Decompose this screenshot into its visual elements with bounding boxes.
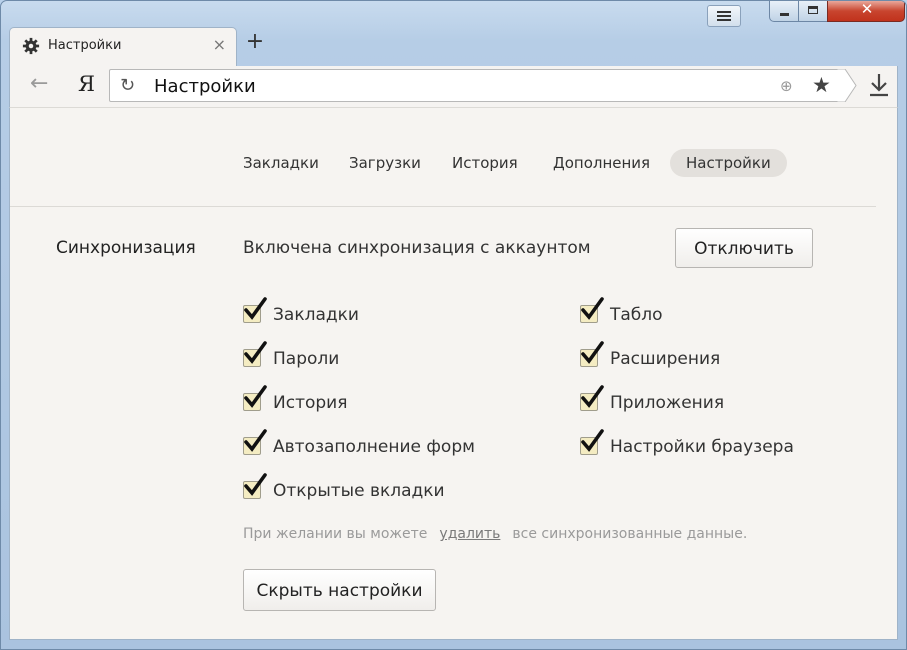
address-text[interactable]: Настройки bbox=[154, 76, 256, 97]
reload-icon[interactable]: ↻ bbox=[120, 75, 135, 96]
tab-settings[interactable]: Настройки × bbox=[9, 27, 237, 67]
checkbox-label[interactable]: Закладки bbox=[273, 305, 359, 325]
browser-window: Настройки × + ✕ ← Я ↻ Настройки ⊕ ★ Закл… bbox=[0, 0, 907, 650]
download-icon[interactable] bbox=[868, 72, 890, 98]
close-button[interactable]: ✕ bbox=[827, 1, 905, 22]
checkmark-icon bbox=[244, 473, 267, 496]
globe-icon[interactable]: ⊕ bbox=[780, 77, 793, 95]
checkmark-icon bbox=[581, 429, 604, 452]
yandex-logo-button[interactable]: Я bbox=[78, 72, 95, 96]
nav-settings[interactable]: Настройки bbox=[670, 149, 787, 177]
checkbox-label[interactable]: Автозаполнение форм bbox=[273, 437, 475, 457]
settings-page: Закладки Загрузки История Дополнения Нас… bbox=[9, 107, 898, 640]
tab-close-icon[interactable]: × bbox=[213, 35, 226, 54]
menu-icon bbox=[717, 11, 731, 21]
checkmark-icon bbox=[244, 341, 267, 364]
checkbox-label[interactable]: Приложения bbox=[610, 393, 724, 413]
sync-status-text: Включена синхронизация с аккаунтом bbox=[243, 238, 591, 258]
checkmark-icon bbox=[581, 297, 604, 320]
back-button[interactable]: ← bbox=[30, 71, 48, 96]
nav-bookmarks[interactable]: Закладки bbox=[243, 154, 319, 172]
gear-icon bbox=[22, 37, 40, 55]
delete-data-link[interactable]: удалить bbox=[439, 526, 500, 542]
hint-text-after: все синхронизованные данные. bbox=[512, 526, 748, 542]
checkmark-icon bbox=[581, 341, 604, 364]
checkbox-label[interactable]: Расширения bbox=[610, 349, 720, 369]
checkbox-label[interactable]: История bbox=[273, 393, 347, 413]
nav-history[interactable]: История bbox=[452, 154, 518, 172]
browser-menu-button[interactable] bbox=[707, 5, 741, 27]
address-bar-arrow bbox=[837, 69, 857, 102]
hide-settings-button[interactable]: Скрыть настройки bbox=[243, 569, 436, 611]
checkmark-icon bbox=[244, 385, 267, 408]
minimize-button[interactable] bbox=[769, 1, 799, 22]
delete-data-hint: При желании вы можете удалить все синхрони… bbox=[243, 526, 747, 542]
maximize-icon bbox=[808, 6, 818, 14]
checkbox-label[interactable]: Открытые вкладки bbox=[273, 481, 445, 501]
nav-downloads[interactable]: Загрузки bbox=[349, 154, 421, 172]
checkmark-icon bbox=[244, 429, 267, 452]
disable-sync-button[interactable]: Отключить bbox=[675, 228, 813, 268]
new-tab-button[interactable]: + bbox=[243, 29, 267, 54]
hint-text-before: При желании вы можете bbox=[243, 526, 428, 542]
maximize-button[interactable] bbox=[798, 1, 828, 22]
checkbox-label[interactable]: Настройки браузера bbox=[610, 437, 794, 457]
checkbox-label[interactable]: Пароли bbox=[273, 349, 339, 369]
bookmark-star-icon[interactable]: ★ bbox=[812, 73, 831, 97]
checkmark-icon bbox=[244, 297, 267, 320]
tab-title: Настройки bbox=[48, 38, 122, 53]
address-bar[interactable]: ↻ Настройки ⊕ ★ bbox=[109, 69, 844, 102]
title-bar: Настройки × + ✕ bbox=[1, 1, 906, 67]
checkbox-label[interactable]: Табло bbox=[610, 305, 663, 325]
divider bbox=[10, 206, 876, 207]
minimize-icon bbox=[780, 13, 789, 16]
toolbar: ← Я ↻ Настройки ⊕ ★ bbox=[9, 66, 898, 107]
close-icon: ✕ bbox=[860, 0, 874, 18]
nav-extensions[interactable]: Дополнения bbox=[553, 154, 650, 172]
checkmark-icon bbox=[581, 385, 604, 408]
section-title-sync: Синхронизация bbox=[56, 238, 196, 258]
